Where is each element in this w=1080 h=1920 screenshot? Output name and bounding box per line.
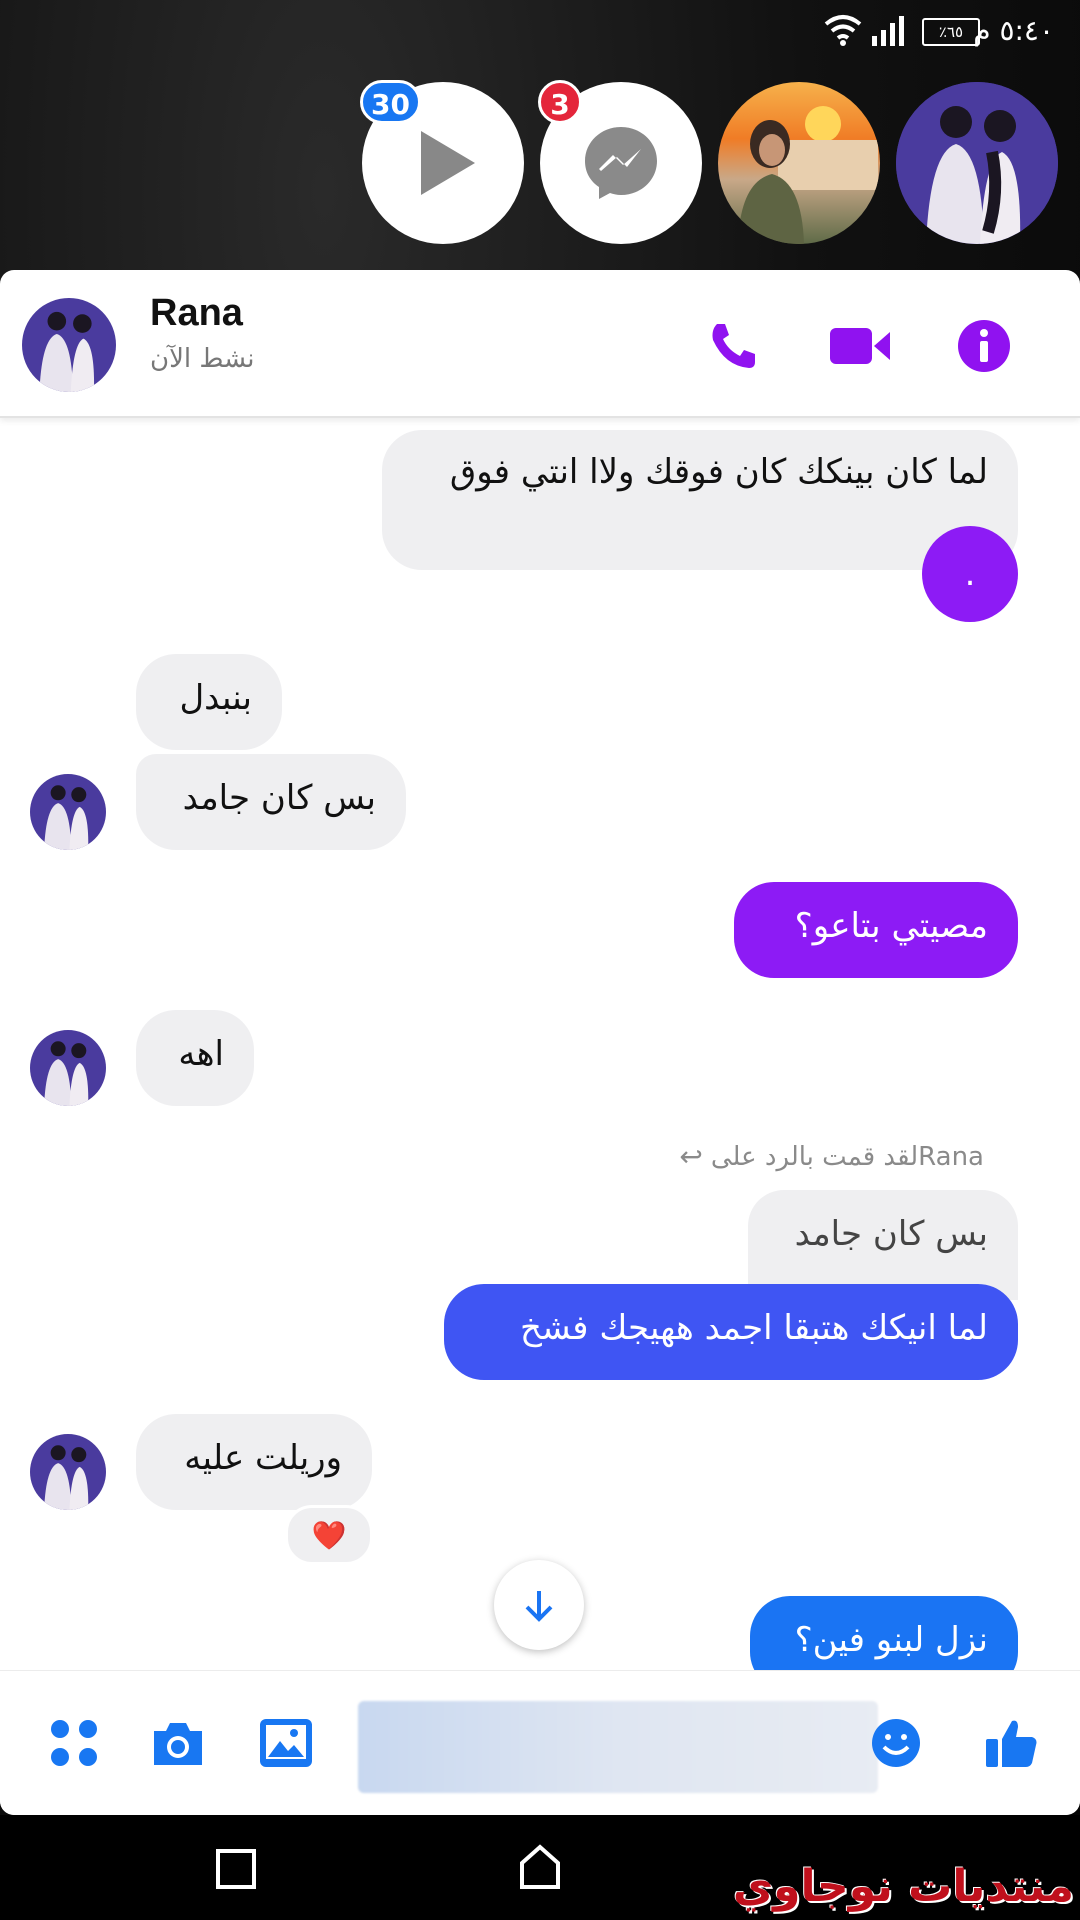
contact-name[interactable]: Rana (150, 292, 243, 335)
couple-photo-icon (30, 1030, 106, 1106)
couple-photo-icon (22, 298, 116, 392)
camera-icon[interactable] (148, 1713, 208, 1773)
message-bubble-incoming[interactable]: وريلت عليه (136, 1414, 372, 1510)
message-bubble-outgoing-grey[interactable]: لما كان بينكك كان فوقك ولاا انتي فوق (382, 430, 1018, 570)
messenger-icon (585, 127, 657, 199)
message-bubble-dot[interactable]: . (922, 526, 1018, 622)
chat-head-contact-photo[interactable] (718, 82, 880, 244)
chat-panel: Rana نشط الآن لما كان بينكك كان فوقك ولا… (0, 270, 1080, 1815)
status-time: ٥:٤٠ م (973, 14, 1054, 47)
play-icon (421, 131, 475, 195)
info-icon[interactable] (956, 318, 1012, 374)
avatar[interactable] (22, 298, 116, 392)
heart-reaction-icon[interactable]: ❤️ (285, 1505, 373, 1565)
battery-icon: ٪٦٥ (922, 18, 980, 46)
compose-bar (0, 1670, 1080, 1815)
reply-arrow-icon: ↩ (679, 1140, 703, 1173)
scroll-to-bottom-button[interactable] (494, 1560, 584, 1650)
home-icon[interactable] (516, 1843, 564, 1891)
thumbs-up-icon[interactable] (982, 1713, 1042, 1773)
gallery-icon[interactable] (256, 1713, 316, 1773)
recent-apps-icon[interactable] (214, 1847, 258, 1891)
chat-head-video[interactable]: 30 (360, 80, 524, 244)
avatar[interactable] (30, 1434, 106, 1510)
message-bubble-outgoing[interactable]: مصيتي بتاعو؟ (734, 882, 1018, 978)
reply-label-text: Ranaلقد قمت بالرد على (710, 1141, 984, 1172)
arrow-down-icon (525, 1591, 553, 1622)
menu-dots-icon[interactable] (44, 1713, 104, 1773)
chat-head-messenger[interactable]: 3 (538, 80, 702, 244)
unread-badge: 3 (538, 80, 582, 124)
android-nav-bar: منتديات نوجاوي (0, 1815, 1080, 1920)
avatar[interactable] (30, 774, 106, 850)
active-status: نشط الآن (150, 344, 255, 374)
couple-photo-icon (896, 82, 1058, 244)
reply-label: Ranaلقد قمت بالرد على ↩ (679, 1140, 984, 1173)
message-bubble-incoming[interactable]: اهه (136, 1010, 254, 1106)
message-input[interactable] (358, 1701, 878, 1793)
status-bar: ٥:٤٠ م ٪٦٥ (0, 0, 1080, 62)
message-bubble-incoming[interactable]: بنبدل (136, 654, 282, 750)
message-bubble-outgoing[interactable]: لما انيكك هتبقا اجمد ههيجك فشخ (444, 1284, 1018, 1380)
message-bubble-incoming[interactable]: بس كان جامد (136, 754, 406, 850)
chat-header: Rana نشط الآن (0, 270, 1080, 418)
couple-photo-icon (30, 774, 106, 850)
wifi-icon (824, 15, 862, 46)
video-call-icon[interactable] (828, 318, 892, 374)
watermark-logo: منتديات نوجاوي (732, 1861, 1074, 1912)
couple-photo-icon (30, 1434, 106, 1510)
phone-icon[interactable] (705, 318, 761, 374)
signal-icon (872, 16, 904, 46)
unread-badge: 30 (360, 80, 421, 124)
chat-heads-bar: 30 3 (0, 80, 1080, 252)
chat-head-rana[interactable] (896, 82, 1058, 244)
contact-photo-icon (738, 106, 878, 244)
avatar[interactable] (30, 1030, 106, 1106)
emoji-icon[interactable] (866, 1713, 926, 1773)
